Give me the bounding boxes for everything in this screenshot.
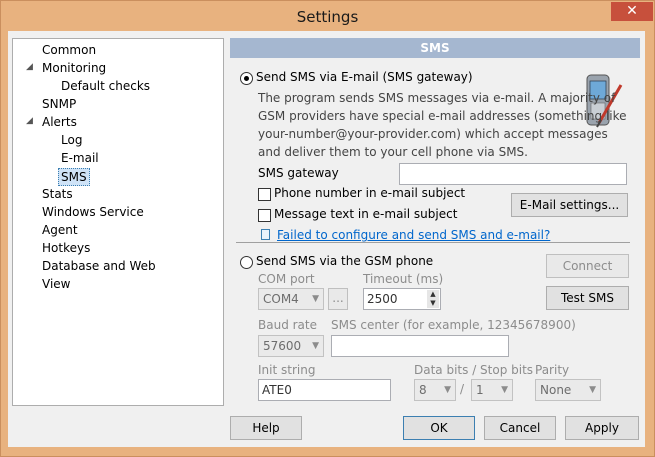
ok-button[interactable]: OK (403, 416, 475, 440)
parity-value: None (540, 383, 572, 397)
com-port-label: COM port (258, 272, 315, 286)
baud-rate-value: 57600 (263, 339, 302, 353)
timeout-stepper[interactable]: 2500 ▲ ▼ (363, 288, 441, 310)
sms-center-label: SMS center (for example, 12345678900) (331, 318, 576, 332)
settings-tree[interactable]: Common ◢ Monitoring Default checks SNMP … (12, 38, 224, 406)
bits-separator: / (460, 382, 465, 396)
chevron-down-icon: ▼ (312, 341, 319, 351)
increment-icon[interactable]: ▲ (427, 290, 439, 299)
test-sms-button[interactable]: Test SMS (546, 286, 629, 310)
gsm-phone-radio-label[interactable]: Send SMS via the GSM phone (256, 254, 433, 268)
sms-gateway-label: SMS gateway (258, 166, 339, 180)
email-gateway-radio-label[interactable]: Send SMS via E-mail (SMS gateway) (256, 70, 473, 84)
com-port-value: COM4 (263, 292, 299, 306)
decrement-icon[interactable]: ▼ (427, 299, 439, 308)
collapse-icon[interactable]: ◢ (26, 117, 35, 126)
init-string-input[interactable]: ATE0 (258, 379, 391, 401)
email-gateway-radio[interactable] (240, 72, 253, 85)
chevron-down-icon: ▼ (501, 385, 508, 395)
tree-item-email[interactable]: E-mail (61, 150, 99, 166)
browse-com-port-button[interactable]: ... (328, 288, 348, 310)
apply-button[interactable]: Apply (565, 416, 639, 440)
tree-item-monitoring[interactable]: Monitoring (42, 60, 106, 76)
tree-item-hotkeys[interactable]: Hotkeys (42, 240, 90, 256)
sms-gateway-input[interactable] (399, 163, 627, 185)
close-button[interactable]: ✕ (611, 2, 653, 21)
tree-item-common[interactable]: Common (42, 42, 96, 58)
data-bits-value: 8 (419, 383, 427, 397)
text-in-subject-checkbox[interactable] (258, 209, 271, 222)
tree-item-agent[interactable]: Agent (42, 222, 78, 238)
stop-bits-select[interactable]: 1 ▼ (471, 379, 513, 401)
title-bar: Settings ✕ (1, 1, 654, 31)
email-settings-button[interactable]: E-Mail settings... (511, 193, 628, 217)
tree-item-log[interactable]: Log (61, 132, 82, 148)
section-separator (236, 242, 630, 243)
panel-header: SMS (230, 38, 640, 58)
help-button[interactable]: Help (230, 416, 302, 440)
timeout-label: Timeout (ms) (363, 272, 444, 286)
gsm-phone-radio[interactable] (240, 256, 253, 269)
timeout-value: 2500 (367, 292, 398, 306)
tree-item-stats[interactable]: Stats (42, 186, 73, 202)
parity-select[interactable]: None ▼ (535, 379, 601, 401)
tree-item-sms[interactable]: SMS (58, 168, 90, 186)
stop-bits-value: 1 (476, 383, 484, 397)
com-port-select[interactable]: COM4 ▼ (258, 288, 324, 310)
init-string-label: Init string (258, 363, 316, 377)
chevron-down-icon: ▼ (589, 385, 596, 395)
tree-item-database-and-web[interactable]: Database and Web (42, 258, 156, 274)
chevron-down-icon: ▼ (444, 385, 451, 395)
email-gateway-description: The program sends SMS messages via e-mai… (258, 91, 627, 159)
phone-in-subject-checkbox[interactable] (258, 188, 271, 201)
help-document-icon (261, 229, 270, 240)
radio-selected-dot (244, 76, 249, 81)
sms-center-input[interactable] (331, 335, 509, 357)
help-link[interactable]: Failed to configure and send SMS and e-m… (277, 228, 550, 242)
baud-rate-select[interactable]: 57600 ▼ (258, 335, 324, 357)
chevron-down-icon: ▼ (312, 294, 319, 304)
tree-item-alerts[interactable]: Alerts (42, 114, 77, 130)
data-bits-select[interactable]: 8 ▼ (414, 379, 456, 401)
data-stop-bits-label: Data bits / Stop bits (414, 363, 534, 377)
window-title: Settings (296, 8, 359, 26)
tree-item-default-checks[interactable]: Default checks (61, 78, 150, 94)
tree-item-view[interactable]: View (42, 276, 70, 292)
parity-label: Parity (535, 363, 570, 377)
collapse-icon[interactable]: ◢ (26, 63, 35, 72)
tree-item-windows-service[interactable]: Windows Service (42, 204, 144, 220)
tree-item-snmp[interactable]: SNMP (42, 96, 76, 112)
cancel-button[interactable]: Cancel (484, 416, 556, 440)
baud-rate-label: Baud rate (258, 318, 317, 332)
phone-in-subject-label[interactable]: Phone number in e-mail subject (274, 186, 465, 200)
connect-button[interactable]: Connect (546, 254, 629, 278)
text-in-subject-label[interactable]: Message text in e-mail subject (274, 207, 457, 221)
